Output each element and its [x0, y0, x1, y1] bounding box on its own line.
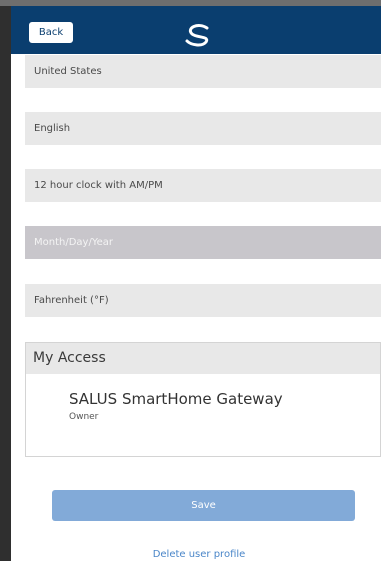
- my-access-title: My Access: [26, 343, 380, 374]
- save-button[interactable]: Save: [52, 490, 355, 521]
- window-frame-left: [0, 0, 11, 561]
- app-header: Back: [11, 6, 381, 54]
- back-button[interactable]: Back: [29, 22, 73, 43]
- device-name[interactable]: SALUS SmartHome Gateway: [69, 390, 283, 408]
- device-role: Owner: [69, 412, 99, 422]
- temperature-unit-field[interactable]: Fahrenheit (°F): [25, 284, 381, 317]
- country-field[interactable]: United States: [25, 55, 381, 88]
- time-format-field[interactable]: 12 hour clock with AM/PM: [25, 169, 381, 202]
- salus-s-logo-icon: [185, 24, 209, 47]
- delete-user-profile-link[interactable]: Delete user profile: [11, 549, 381, 560]
- language-field[interactable]: English: [25, 112, 381, 145]
- date-format-field[interactable]: Month/Day/Year: [25, 226, 381, 259]
- my-access-card: My Access SALUS SmartHome Gateway Owner: [25, 342, 381, 457]
